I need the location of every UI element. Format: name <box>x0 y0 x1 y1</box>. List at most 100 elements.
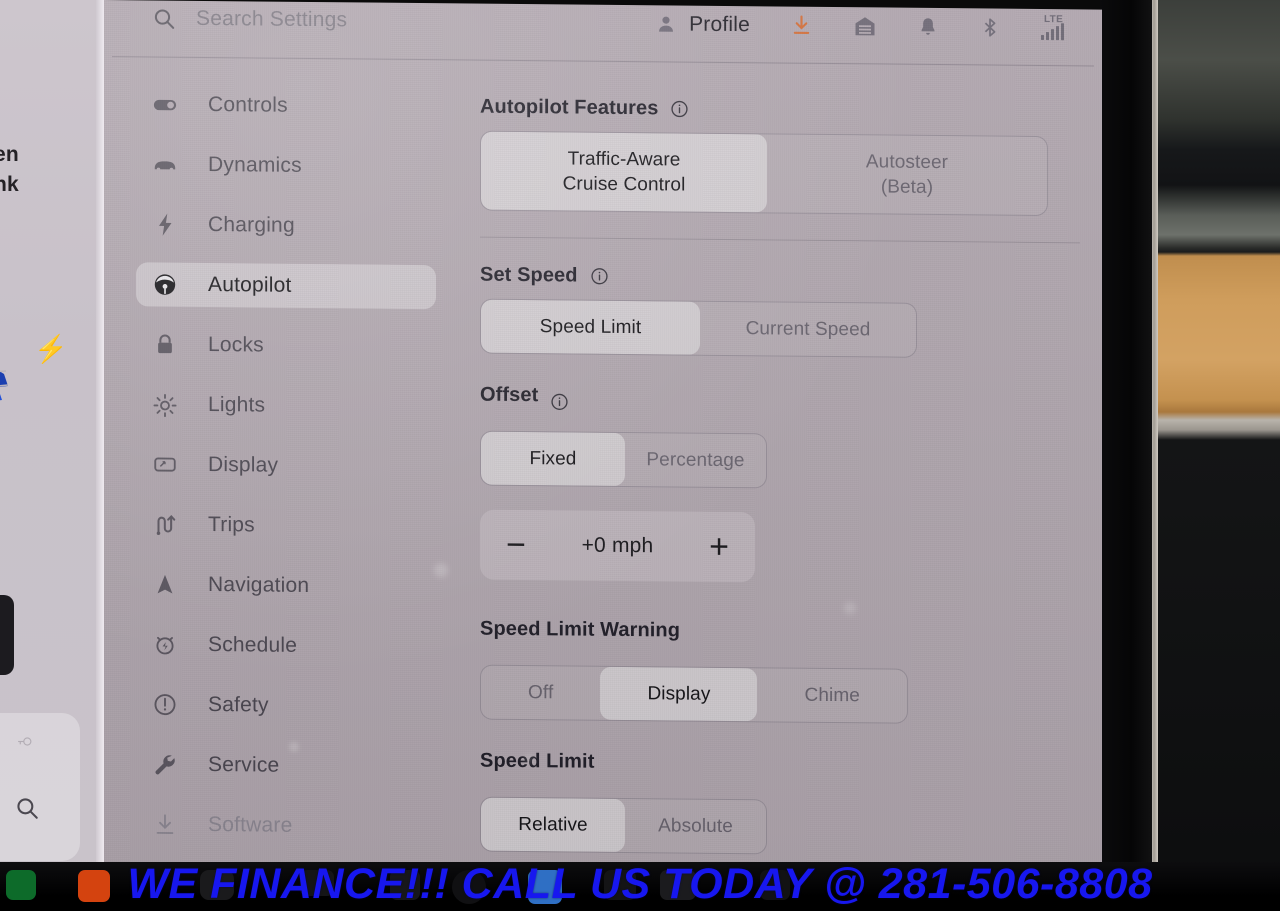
lock-icon <box>152 331 178 357</box>
speed-limit-warning-section: Speed Limit Warning Off Display Chime <box>480 618 1080 726</box>
software-download-icon <box>152 811 178 837</box>
segment-current-speed[interactable]: Current Speed <box>700 302 916 357</box>
offset-header: Offset <box>480 384 1080 425</box>
garage-icon[interactable] <box>853 14 877 38</box>
profile-button[interactable]: Profile <box>655 12 750 37</box>
segment-relative[interactable]: Relative <box>481 797 625 853</box>
screen-bezel-left <box>96 0 104 862</box>
segment-traffic-aware-cruise-control[interactable]: Traffic-Aware Cruise Control <box>481 131 767 213</box>
sidebar-item-service[interactable]: Service <box>136 742 436 789</box>
left-partial-panel: en nk ⚡ <box>0 0 98 862</box>
segment-off[interactable]: Off <box>481 666 600 720</box>
left-partial-black-card <box>0 595 14 675</box>
segment-label: Speed Limit <box>539 316 642 339</box>
trips-icon <box>152 511 178 537</box>
segment-percentage[interactable]: Percentage <box>625 433 766 487</box>
sidebar-label: Trips <box>208 512 255 537</box>
sidebar-item-schedule[interactable]: Schedule <box>136 622 436 669</box>
offset-stepper[interactable]: − +0 mph + <box>480 509 755 583</box>
left-partial-text: en nk <box>0 140 19 200</box>
profile-label: Profile <box>689 12 750 36</box>
search-bar[interactable] <box>152 6 496 34</box>
navigation-arrow-icon <box>152 571 178 597</box>
info-icon[interactable] <box>550 392 569 411</box>
sidebar-item-controls[interactable]: Controls <box>136 82 436 129</box>
autopilot-settings-panel: Autopilot Features Traffic-Aware Cruise … <box>480 96 1080 858</box>
sidebar-label: Display <box>208 452 279 477</box>
offset-value: +0 mph <box>581 533 654 558</box>
bolt-icon <box>152 211 178 237</box>
section-title: Offset <box>480 383 539 407</box>
sidebar-label: Software <box>208 812 293 837</box>
speed-limit-segmented-control[interactable]: Relative Absolute <box>480 796 767 855</box>
segment-label: Fixed <box>529 448 577 470</box>
sidebar-item-navigation[interactable]: Navigation <box>136 562 436 609</box>
speed-limit-section: Speed Limit Relative Absolute <box>480 750 1080 858</box>
search-input[interactable] <box>196 6 496 34</box>
sidebar-item-trips[interactable]: Trips <box>136 502 436 549</box>
segment-label: Percentage <box>646 449 745 472</box>
download-icon[interactable] <box>790 14 813 37</box>
screen-glare <box>524 754 534 765</box>
segment-fixed[interactable]: Fixed <box>481 431 625 487</box>
header-icon-group: Profile LTE <box>655 11 1064 41</box>
left-partial-line1: en <box>0 143 19 166</box>
segment-label: Current Speed <box>745 318 871 341</box>
bell-icon[interactable] <box>917 15 939 37</box>
sidebar-label: Autopilot <box>208 272 292 297</box>
alert-circle-icon <box>152 691 178 717</box>
key-icon <box>16 733 33 755</box>
sidebar-label: Charging <box>208 212 295 237</box>
info-icon[interactable] <box>670 99 689 118</box>
segment-display[interactable]: Display <box>600 666 758 722</box>
offset-segmented-control[interactable]: Fixed Percentage <box>480 430 767 489</box>
segment-speed-limit[interactable]: Speed Limit <box>481 299 700 355</box>
info-icon[interactable] <box>590 267 609 286</box>
offset-decrement-button[interactable]: − <box>506 526 526 564</box>
top-header: Profile <box>104 0 1102 66</box>
bluetooth-icon[interactable] <box>979 16 1001 38</box>
search-icon <box>152 6 176 30</box>
segment-label-line2: Cruise Control <box>562 173 686 196</box>
segment-chime[interactable]: Chime <box>757 668 907 722</box>
segment-absolute[interactable]: Absolute <box>625 799 766 853</box>
autopilot-features-header: Autopilot Features <box>480 96 1080 125</box>
segment-autosteer-beta[interactable]: Autosteer (Beta) <box>767 134 1047 215</box>
sidebar-item-autopilot[interactable]: Autopilot <box>136 262 436 310</box>
autopilot-features-segmented-control[interactable]: Traffic-Aware Cruise Control Autosteer (… <box>480 130 1048 217</box>
segment-label: Absolute <box>658 815 733 838</box>
offset-section: Offset Fixed Percentage − +0 mph + <box>480 384 1080 586</box>
segment-label-line2: (Beta) <box>880 176 934 198</box>
segment-label-line1: Autosteer <box>865 151 949 174</box>
sidebar-item-charging[interactable]: Charging <box>136 202 436 249</box>
toggle-icon <box>152 91 178 117</box>
speed-limit-warning-segmented-control[interactable]: Off Display Chime <box>480 664 908 724</box>
sidebar-item-dynamics[interactable]: Dynamics <box>136 142 436 189</box>
sidebar-label: Dynamics <box>208 152 302 177</box>
section-title: Set Speed <box>480 263 578 287</box>
car-icon <box>152 151 178 177</box>
segment-label-line1: Traffic-Aware <box>567 148 681 171</box>
car-interior-background <box>1150 0 1280 911</box>
sidebar-item-display[interactable]: Display <box>136 442 436 489</box>
signal-bars <box>1041 23 1064 41</box>
set-speed-segmented-control[interactable]: Speed Limit Current Speed <box>480 298 917 358</box>
left-partial-search-card[interactable] <box>0 713 80 861</box>
sidebar-item-safety[interactable]: Safety <box>136 682 436 729</box>
speed-limit-warning-header: Speed Limit Warning <box>480 618 1080 659</box>
section-title: Autopilot Features <box>480 95 659 120</box>
screenshot-root: en nk ⚡ <box>0 0 1280 911</box>
segment-label: Chime <box>804 684 860 707</box>
sidebar-item-lights[interactable]: Lights <box>136 382 436 429</box>
sun-icon <box>152 391 178 418</box>
sidebar-item-locks[interactable]: Locks <box>136 322 436 369</box>
sidebar-label: Locks <box>208 332 264 357</box>
sidebar-label: Safety <box>208 692 269 717</box>
offset-increment-button[interactable]: + <box>709 528 729 566</box>
section-title: Speed Limit <box>480 749 595 773</box>
search-icon[interactable] <box>14 795 40 828</box>
speed-limit-header: Speed Limit <box>480 750 1080 791</box>
screen-glare <box>844 602 856 615</box>
person-icon <box>655 13 677 35</box>
sidebar-item-software[interactable]: Software <box>136 802 436 849</box>
